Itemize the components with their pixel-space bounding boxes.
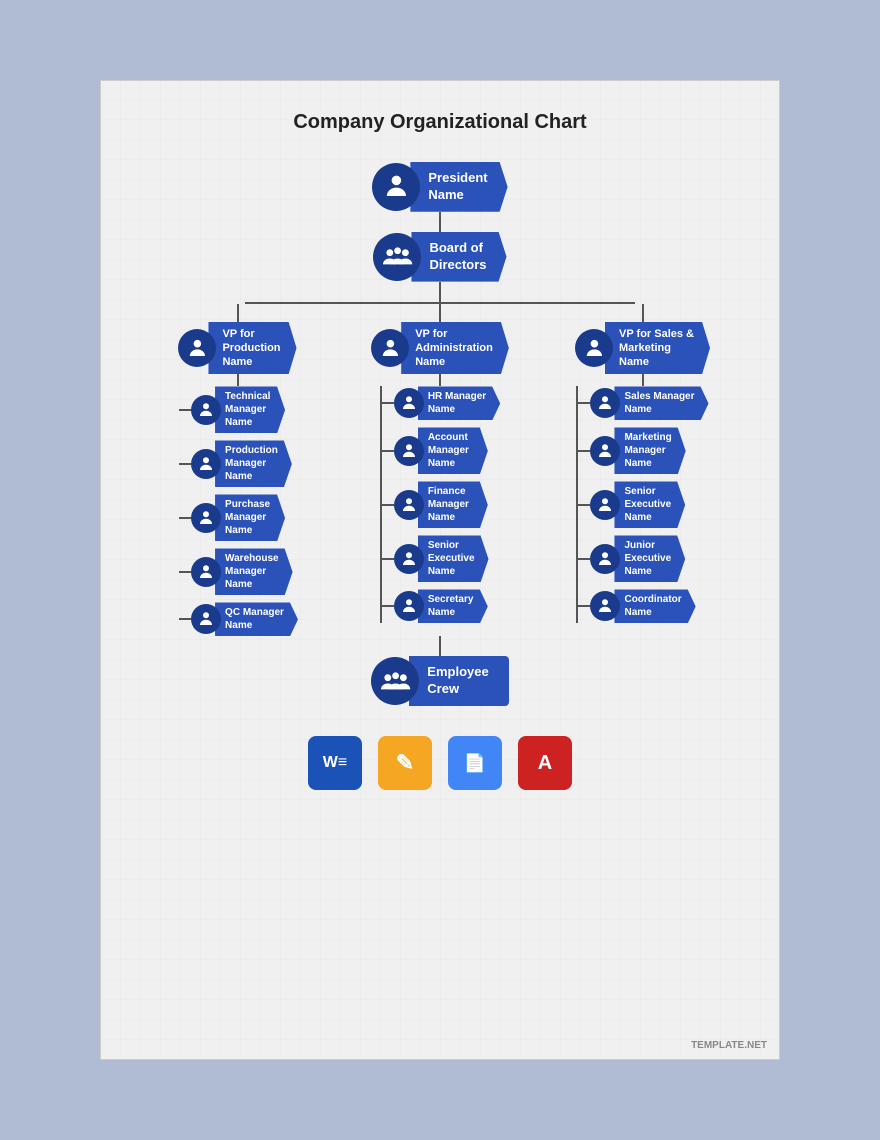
- vp-production-label: VP for Production Name: [208, 322, 296, 375]
- acrobat-icon[interactable]: A: [518, 736, 572, 790]
- prod-item-4: Warehouse Manager Name: [179, 548, 298, 595]
- president-node: President Name: [372, 162, 507, 212]
- sales-senior-exec-node: Senior Executive Name: [590, 481, 685, 528]
- line-president-board: [439, 212, 441, 232]
- prod-item-5: QC Manager Name: [179, 602, 298, 636]
- prod-horiz-1: [179, 409, 191, 411]
- warehouse-manager-node: Warehouse Manager Name: [191, 548, 293, 595]
- line-board-vps: [439, 282, 441, 302]
- qc-manager-node: QC Manager Name: [191, 602, 298, 636]
- vp-admin-label: VP for Administration Name: [401, 322, 509, 375]
- line-vp1: [237, 304, 239, 322]
- technical-manager-node: Technical Manager Name: [191, 386, 285, 433]
- account-manager-node: Account Manager Name: [394, 427, 488, 474]
- page-title: Company Organizational Chart: [293, 111, 586, 134]
- prod-reports: Technical Manager Name: [177, 386, 298, 636]
- marketing-manager-node: Marketing Manager Name: [590, 427, 685, 474]
- org-chart: President Name: [121, 162, 759, 706]
- board-label: Board of Directors: [411, 232, 506, 282]
- vp-sales-label: VP for Sales & Marketing Name: [605, 322, 710, 375]
- vp-sales-node: VP for Sales & Marketing Name: [575, 322, 710, 375]
- footer: W≡ ✎ 📄 A: [308, 736, 572, 790]
- prod-items: Technical Manager Name: [179, 386, 298, 636]
- president-icon: [372, 163, 420, 211]
- purchase-manager-node: Purchase Manager Name: [191, 494, 285, 541]
- admin-reports: HR Manager Name Account: [380, 386, 500, 623]
- board-node: Board of Directors: [373, 232, 506, 282]
- watermark: TEMPLATE.NET: [691, 1040, 767, 1051]
- hr-manager-node: HR Manager Name: [394, 386, 500, 420]
- vp-admin-icon: [371, 329, 409, 367]
- line-vp2: [439, 304, 441, 322]
- sales-reports: Sales Manager Name Marketing: [576, 386, 708, 623]
- line-vp3: [642, 304, 644, 322]
- admin-senior-exec-node: Senior Executive Name: [394, 535, 489, 582]
- col-admin: VP for Administration Name: [348, 304, 533, 624]
- pages-icon[interactable]: ✎: [378, 736, 432, 790]
- tm-label: Technical Manager Name: [215, 386, 285, 433]
- board-icon: [373, 233, 421, 281]
- bottom-connector: Employee Crew: [371, 636, 508, 706]
- secretary-node: Secretary Name: [394, 589, 488, 623]
- prod-item-1: Technical Manager Name: [179, 386, 298, 433]
- president-section: President Name: [372, 162, 507, 302]
- vp-horizontal-bar: [245, 302, 635, 304]
- vp-sales-icon: [575, 329, 613, 367]
- prod-item-3: Purchase Manager Name: [179, 494, 298, 541]
- coordinator-node: Coordinator Name: [590, 589, 695, 623]
- sales-manager-node: Sales Manager Name: [590, 386, 708, 420]
- president-label: President Name: [410, 162, 507, 212]
- page: Company Organizational Chart President N…: [100, 80, 780, 1060]
- junior-exec-node: Junior Executive Name: [590, 535, 685, 582]
- three-columns: VP for Production Name: [145, 304, 735, 637]
- finance-manager-node: Finance Manager Name: [394, 481, 488, 528]
- col-production: VP for Production Name: [145, 304, 330, 637]
- employee-crew-node: Employee Crew: [371, 656, 508, 706]
- word-icon[interactable]: W≡: [308, 736, 362, 790]
- col-sales: VP for Sales & Marketing Name: [550, 304, 735, 624]
- vp-admin-node: VP for Administration Name: [371, 322, 509, 375]
- gdocs-icon[interactable]: 📄: [448, 736, 502, 790]
- tm-icon: [191, 395, 221, 425]
- line-to-employee: [439, 636, 441, 656]
- prod-item-2: Production Manager Name: [179, 440, 298, 487]
- production-manager-node: Production Manager Name: [191, 440, 292, 487]
- employee-crew-label: Employee Crew: [409, 656, 508, 706]
- vp-production-node: VP for Production Name: [178, 322, 296, 375]
- line-prod-reports: [237, 374, 239, 386]
